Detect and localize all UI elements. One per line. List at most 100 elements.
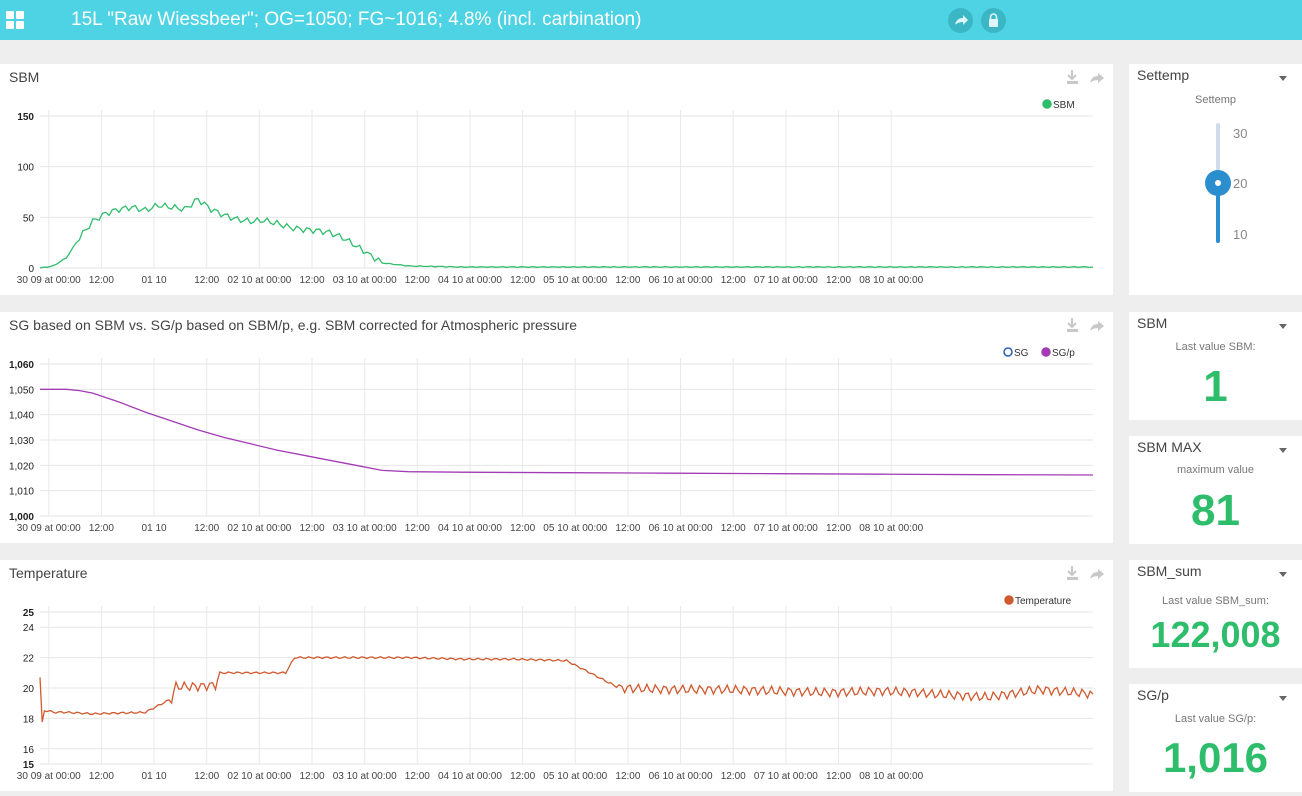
y-tick-label: 1,020 <box>9 461 34 472</box>
sbm-max-widget: SBM MAX maximum value 81 <box>1129 436 1302 544</box>
x-tick-label: 03 10 at 00:00 <box>333 275 397 286</box>
x-tick-label: 12:00 <box>300 275 325 286</box>
x-tick-label: 12:00 <box>405 523 430 534</box>
series-line-sg-p <box>40 388 1094 476</box>
x-tick-label: 12:00 <box>89 275 114 286</box>
temperature-chart-panel: Temperature 30 09 at 00:00 12:00 01 10 12:0… <box>0 560 1113 791</box>
sg-chart: 30 09 at 00:00 12:00 01 10 12:00 02 10 at 00… <box>9 347 1094 534</box>
x-tick-label: 02 10 at 00:00 <box>227 523 291 534</box>
slider-tick-label: 10 <box>1233 227 1248 242</box>
x-tick-label: 12:00 <box>615 275 640 286</box>
temperature-chart: 30 09 at 00:00 12:00 01 10 12:00 02 10 at 00… <box>17 595 1094 782</box>
x-tick-label: 12:00 <box>510 771 535 782</box>
widget-value: 122,008 <box>1150 614 1281 655</box>
x-tick-label: 02 10 at 00:00 <box>227 275 291 286</box>
x-tick-label: 04 10 at 00:00 <box>438 275 502 286</box>
legend-marker <box>1042 99 1052 109</box>
legend-item[interactable]: Temperature <box>1004 595 1072 607</box>
y-tick-label: 1,040 <box>9 411 34 422</box>
widget-title: SBM_sum <box>1137 563 1202 579</box>
top-bar: 15L "Raw Wiessbeer"; OG=1050; FG~1016; 4… <box>0 0 1302 40</box>
x-tick-label: 12:00 <box>405 771 430 782</box>
legend-label: SG/p <box>1052 348 1075 359</box>
lock-dashboard-button[interactable] <box>981 8 1006 33</box>
x-tick-label: 03 10 at 00:00 <box>333 523 397 534</box>
legend-marker <box>1041 347 1051 357</box>
x-tick-label: 08 10 at 00:00 <box>859 523 923 534</box>
y-tick-label: 100 <box>17 163 34 174</box>
x-tick-label: 07 10 at 00:00 <box>754 275 818 286</box>
sbm-chart: 30 09 at 00:00 12:00 01 10 12:00 02 10 at 00… <box>17 99 1094 286</box>
x-tick-label: 30 09 at 00:00 <box>17 771 81 782</box>
y-tick-label: 1,050 <box>9 385 34 396</box>
x-tick-label: 02 10 at 00:00 <box>227 771 291 782</box>
apps-grid-icon[interactable] <box>6 11 24 29</box>
x-tick-label: 12:00 <box>194 771 219 782</box>
x-tick-label: 05 10 at 00:00 <box>543 275 607 286</box>
legend-item[interactable]: SG/p <box>1041 347 1075 359</box>
y-tick-label: 15 <box>23 760 35 771</box>
series-line-temperature <box>39 655 1094 723</box>
x-tick-label: 12:00 <box>826 523 851 534</box>
x-tick-label: 12:00 <box>721 771 746 782</box>
x-tick-label: 12:00 <box>510 275 535 286</box>
legend-label: SBM <box>1053 100 1075 111</box>
y-tick-label: 50 <box>23 213 35 224</box>
chevron-down-icon[interactable] <box>1279 324 1287 329</box>
chevron-down-icon[interactable] <box>1279 448 1287 453</box>
legend-item[interactable]: SBM <box>1042 99 1075 111</box>
x-tick-label: 05 10 at 00:00 <box>543 523 607 534</box>
widget-title: SBM <box>1137 315 1168 331</box>
widget-title: SG/p <box>1137 687 1169 703</box>
x-tick-label: 12:00 <box>826 771 851 782</box>
legend-marker <box>1003 347 1013 357</box>
widget-value: 81 <box>1191 486 1240 535</box>
share-dashboard-button[interactable] <box>948 8 973 33</box>
legend-label: SG <box>1014 348 1029 359</box>
x-tick-label: 03 10 at 00:00 <box>333 771 397 782</box>
x-tick-label: 01 10 <box>142 771 167 782</box>
x-tick-label: 08 10 at 00:00 <box>859 771 923 782</box>
y-tick-label: 1,060 <box>9 360 34 371</box>
x-tick-label: 12:00 <box>510 523 535 534</box>
y-tick-label: 0 <box>28 264 34 275</box>
x-tick-label: 06 10 at 00:00 <box>649 275 713 286</box>
widget-value: 1,016 <box>1162 734 1269 781</box>
slider-tick-label: 20 <box>1233 176 1248 191</box>
x-tick-label: 04 10 at 00:00 <box>438 523 502 534</box>
widget-subtitle: Last value SG/p: <box>1174 713 1257 725</box>
y-tick-label: 24 <box>23 623 35 634</box>
sgp-widget: SG/p Last value SG/p: 1,016 <box>1129 684 1302 792</box>
settemp-widget: Settemp Settemp 30 20 10 <box>1129 64 1302 295</box>
x-tick-label: 07 10 at 00:00 <box>754 523 818 534</box>
chevron-down-icon[interactable] <box>1279 76 1287 81</box>
share-icon <box>955 15 968 25</box>
lock-icon <box>989 13 998 27</box>
legend-item[interactable]: SG <box>1003 347 1029 359</box>
x-tick-label: 12:00 <box>721 275 746 286</box>
x-tick-label: 12:00 <box>300 771 325 782</box>
y-tick-label: 1,030 <box>9 436 34 447</box>
widget-subtitle: maximum value <box>1176 464 1255 476</box>
series-line-sbm <box>39 197 1094 269</box>
chevron-down-icon[interactable] <box>1279 696 1287 701</box>
x-tick-label: 01 10 <box>142 523 167 534</box>
x-tick-label: 12:00 <box>615 771 640 782</box>
x-tick-label: 12:00 <box>405 275 430 286</box>
x-tick-label: 30 09 at 00:00 <box>17 523 81 534</box>
widget-subtitle: Last value SBM_sum: <box>1162 595 1269 607</box>
y-tick-label: 1,000 <box>9 512 34 523</box>
x-tick-label: 06 10 at 00:00 <box>649 523 713 534</box>
chevron-down-icon[interactable] <box>1279 572 1287 577</box>
x-tick-label: 12:00 <box>194 523 219 534</box>
widget-title: SBM MAX <box>1137 439 1202 455</box>
y-tick-label: 1,010 <box>9 487 34 498</box>
y-tick-label: 18 <box>23 714 35 725</box>
x-tick-label: 12:00 <box>89 771 114 782</box>
y-tick-label: 22 <box>23 654 35 665</box>
x-tick-label: 06 10 at 00:00 <box>649 771 713 782</box>
slider-tick-label: 30 <box>1233 126 1248 141</box>
slider-handle[interactable] <box>1205 170 1231 196</box>
x-tick-label: 30 09 at 00:00 <box>17 275 81 286</box>
sbm-last-value-widget: SBM Last value SBM: 1 <box>1129 312 1302 420</box>
